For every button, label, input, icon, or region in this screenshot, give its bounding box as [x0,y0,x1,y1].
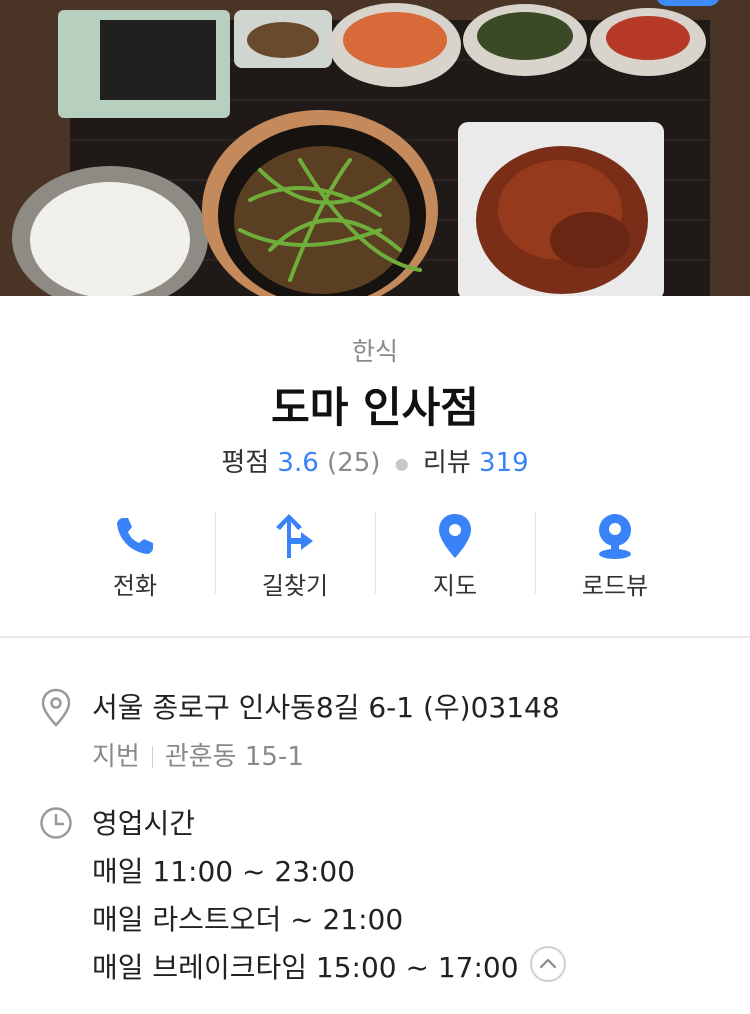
lot-value: 관훈동 15-1 [164,742,304,772]
rating-value[interactable]: 3.6 [277,448,318,478]
rating-review-summary: 평점 3.6 (25) ● 리뷰 319 [0,442,750,479]
action-bar: 전화 길찾기 지도 로드뷰 [55,512,695,600]
hours-line: 매일 브레이크타임 15:00 ~ 17:00 [92,951,519,984]
hours-line: 매일 라스트오더 ~ 21:00 [92,903,404,936]
address-main[interactable]: 서울 종로구 인사동8길 6-1 (우)03148 [92,686,560,726]
separator-dot: ● [394,454,409,473]
lot-label: 지번 [92,742,140,772]
call-label: 전화 [112,572,158,600]
restaurant-photo[interactable] [0,0,750,296]
review-label: 리뷰 [422,448,471,478]
section-divider [0,636,750,638]
address-lot: 지번 관훈동 15-1 [92,736,304,773]
location-pin-icon [41,688,71,727]
rating-count: (25) [327,448,381,478]
roadview-label: 로드뷰 [581,572,649,600]
map-button[interactable]: 지도 [375,512,535,600]
hours-line: 매일 11:00 ~ 23:00 [92,855,356,888]
chevron-up-icon [539,958,557,969]
hours-title: 영업시간 [92,807,196,840]
roadview-button[interactable]: 로드뷰 [535,512,695,600]
action-divider [375,512,376,594]
phone-icon [117,518,153,554]
clock-icon [40,807,72,839]
map-pin-icon [439,514,471,558]
lot-divider [151,746,153,768]
review-count[interactable]: 319 [479,448,529,478]
map-label: 지도 [432,572,478,600]
rating-label: 평점 [221,448,270,478]
directions-button[interactable]: 길찾기 [215,512,375,600]
place-category: 한식 [351,337,398,366]
directions-label: 길찾기 [261,572,329,600]
place-name: 도마 인사점 [271,383,479,432]
food-photo-image [0,0,750,296]
hours-collapse-button[interactable] [530,946,566,982]
call-button[interactable]: 전화 [55,512,215,600]
top-pill-button[interactable] [656,0,720,6]
action-divider [535,512,536,594]
action-divider [215,512,216,594]
directions-icon [276,514,313,558]
roadview-icon [599,514,631,559]
